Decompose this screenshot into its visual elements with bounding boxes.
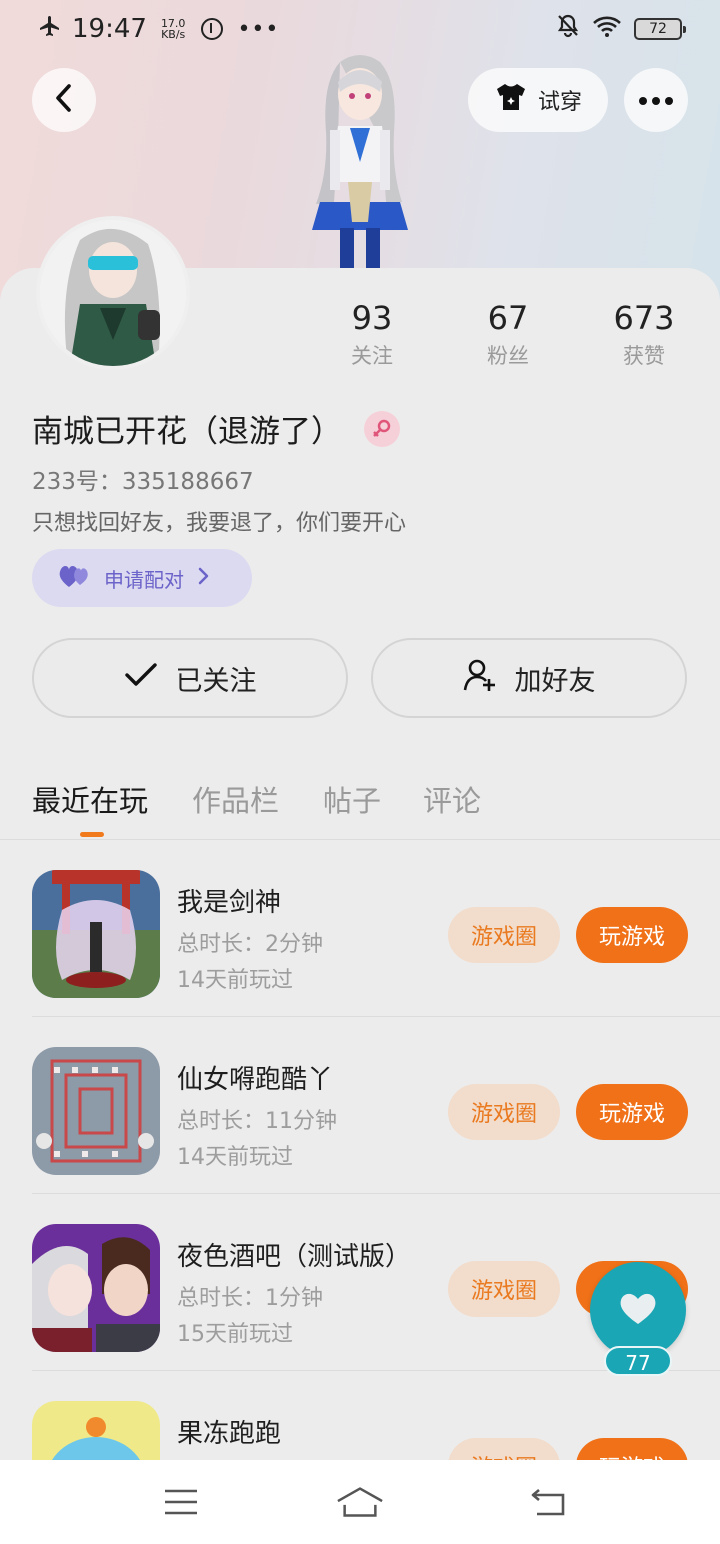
more-notifications-icon: ••• <box>237 16 280 42</box>
network-speed: 17.0 KB/s <box>160 17 186 41</box>
menu-icon[interactable] <box>157 1482 205 1522</box>
game-title: 我是剑神 <box>177 888 282 918</box>
username: 南城已开花（退游了） <box>32 414 342 450</box>
stat-likes[interactable]: 673 获赞 <box>584 298 704 370</box>
stat-following-label: 关注 <box>351 344 393 368</box>
stat-likes-count: 673 <box>613 299 675 337</box>
game-duration: 总时长：1分钟 <box>177 1286 323 1311</box>
game-circle-button[interactable]: 游戏圈 <box>448 907 560 963</box>
game-circle-button[interactable]: 游戏圈 <box>448 1261 560 1317</box>
request-pair-button[interactable]: 申请配对 <box>32 549 252 607</box>
game-title: 夜色酒吧（测试版） <box>177 1242 412 1272</box>
game-duration: 总时长：2分钟 <box>177 932 323 957</box>
active-tab-indicator <box>80 832 104 837</box>
tab-works[interactable]: 作品栏 <box>192 778 279 820</box>
stat-followers-count: 67 <box>487 299 529 337</box>
airplane-mode-icon <box>38 14 62 45</box>
checkmark-icon <box>124 662 158 695</box>
game-thumbnail[interactable] <box>32 1224 160 1352</box>
game-row[interactable]: 我是剑神 总时长：2分钟 14天前玩过 游戏圈 玩游戏 <box>0 840 720 1017</box>
status-time: 19:47 <box>72 14 147 44</box>
tab-comments[interactable]: 评论 <box>423 778 481 820</box>
game-title: 果冻跑跑 <box>177 1419 282 1449</box>
double-heart-icon <box>58 563 92 594</box>
stat-followers-label: 粉丝 <box>487 344 529 368</box>
username-row: 南城已开花（退游了） <box>32 406 400 451</box>
game-duration: 总时长：11分钟 <box>177 1109 337 1134</box>
back-button[interactable] <box>32 68 96 132</box>
game-circle-button[interactable]: 游戏圈 <box>448 1084 560 1140</box>
game-title: 仙女嘚跑酷丫 <box>177 1065 334 1095</box>
more-options-button[interactable] <box>624 68 688 132</box>
shirt-icon <box>494 82 528 118</box>
try-on-button[interactable]: 试穿 <box>468 68 608 132</box>
stat-following[interactable]: 93 关注 <box>312 298 432 370</box>
user-bio: 只想找回好友，我要退了，你们要开心 <box>32 511 407 536</box>
battery-indicator: 72 <box>634 18 686 40</box>
add-friend-button[interactable]: 加好友 <box>371 638 687 718</box>
profile-page: 19:47 17.0 KB/s ••• 72 试穿 93 关注 67 粉丝 67… <box>0 0 720 1544</box>
game-last-played: 15天前玩过 <box>177 1322 293 1347</box>
wifi-icon <box>592 14 622 45</box>
followed-button[interactable]: 已关注 <box>32 638 348 718</box>
chevron-left-icon <box>53 83 75 117</box>
add-user-icon <box>463 658 497 699</box>
like-count-badge: 77 <box>604 1346 672 1376</box>
chevron-right-icon <box>196 566 210 591</box>
data-saver-icon <box>201 18 224 40</box>
mute-bell-icon <box>556 13 580 46</box>
play-game-button[interactable]: 玩游戏 <box>576 1084 688 1140</box>
try-on-label: 试穿 <box>537 90 582 115</box>
add-friend-label: 加好友 <box>514 665 596 697</box>
request-pair-label: 申请配对 <box>104 567 184 592</box>
stat-likes-label: 获赞 <box>623 344 665 368</box>
stat-followers[interactable]: 67 粉丝 <box>448 298 568 370</box>
game-last-played: 14天前玩过 <box>177 968 293 993</box>
floating-like-button[interactable] <box>590 1262 686 1358</box>
profile-tabs: 最近在玩 作品栏 帖子 评论 <box>0 770 720 840</box>
play-game-button[interactable]: 玩游戏 <box>576 907 688 963</box>
system-navigation-bar <box>0 1460 720 1544</box>
game-thumbnail[interactable] <box>32 1047 160 1175</box>
home-icon[interactable] <box>336 1482 384 1522</box>
game-row[interactable]: 仙女嘚跑酷丫 总时长：11分钟 14天前玩过 游戏圈 玩游戏 <box>0 1017 720 1194</box>
back-nav-icon[interactable] <box>525 1482 573 1522</box>
tab-recently-played[interactable]: 最近在玩 <box>32 778 148 820</box>
tab-posts[interactable]: 帖子 <box>323 778 381 820</box>
stat-following-count: 93 <box>351 299 393 337</box>
game-thumbnail[interactable] <box>32 870 160 998</box>
female-gender-icon <box>364 410 400 447</box>
followed-label: 已关注 <box>175 665 257 697</box>
heart-icon <box>618 1290 658 1330</box>
more-dots-icon <box>638 91 674 110</box>
game-last-played: 14天前玩过 <box>177 1145 293 1170</box>
user-id: 233号：335188667 <box>32 469 254 495</box>
status-bar: 19:47 17.0 KB/s ••• 72 <box>0 0 720 58</box>
avatar-character-image[interactable] <box>290 52 430 272</box>
profile-stats: 93 关注 67 粉丝 673 获赞 <box>0 298 720 378</box>
